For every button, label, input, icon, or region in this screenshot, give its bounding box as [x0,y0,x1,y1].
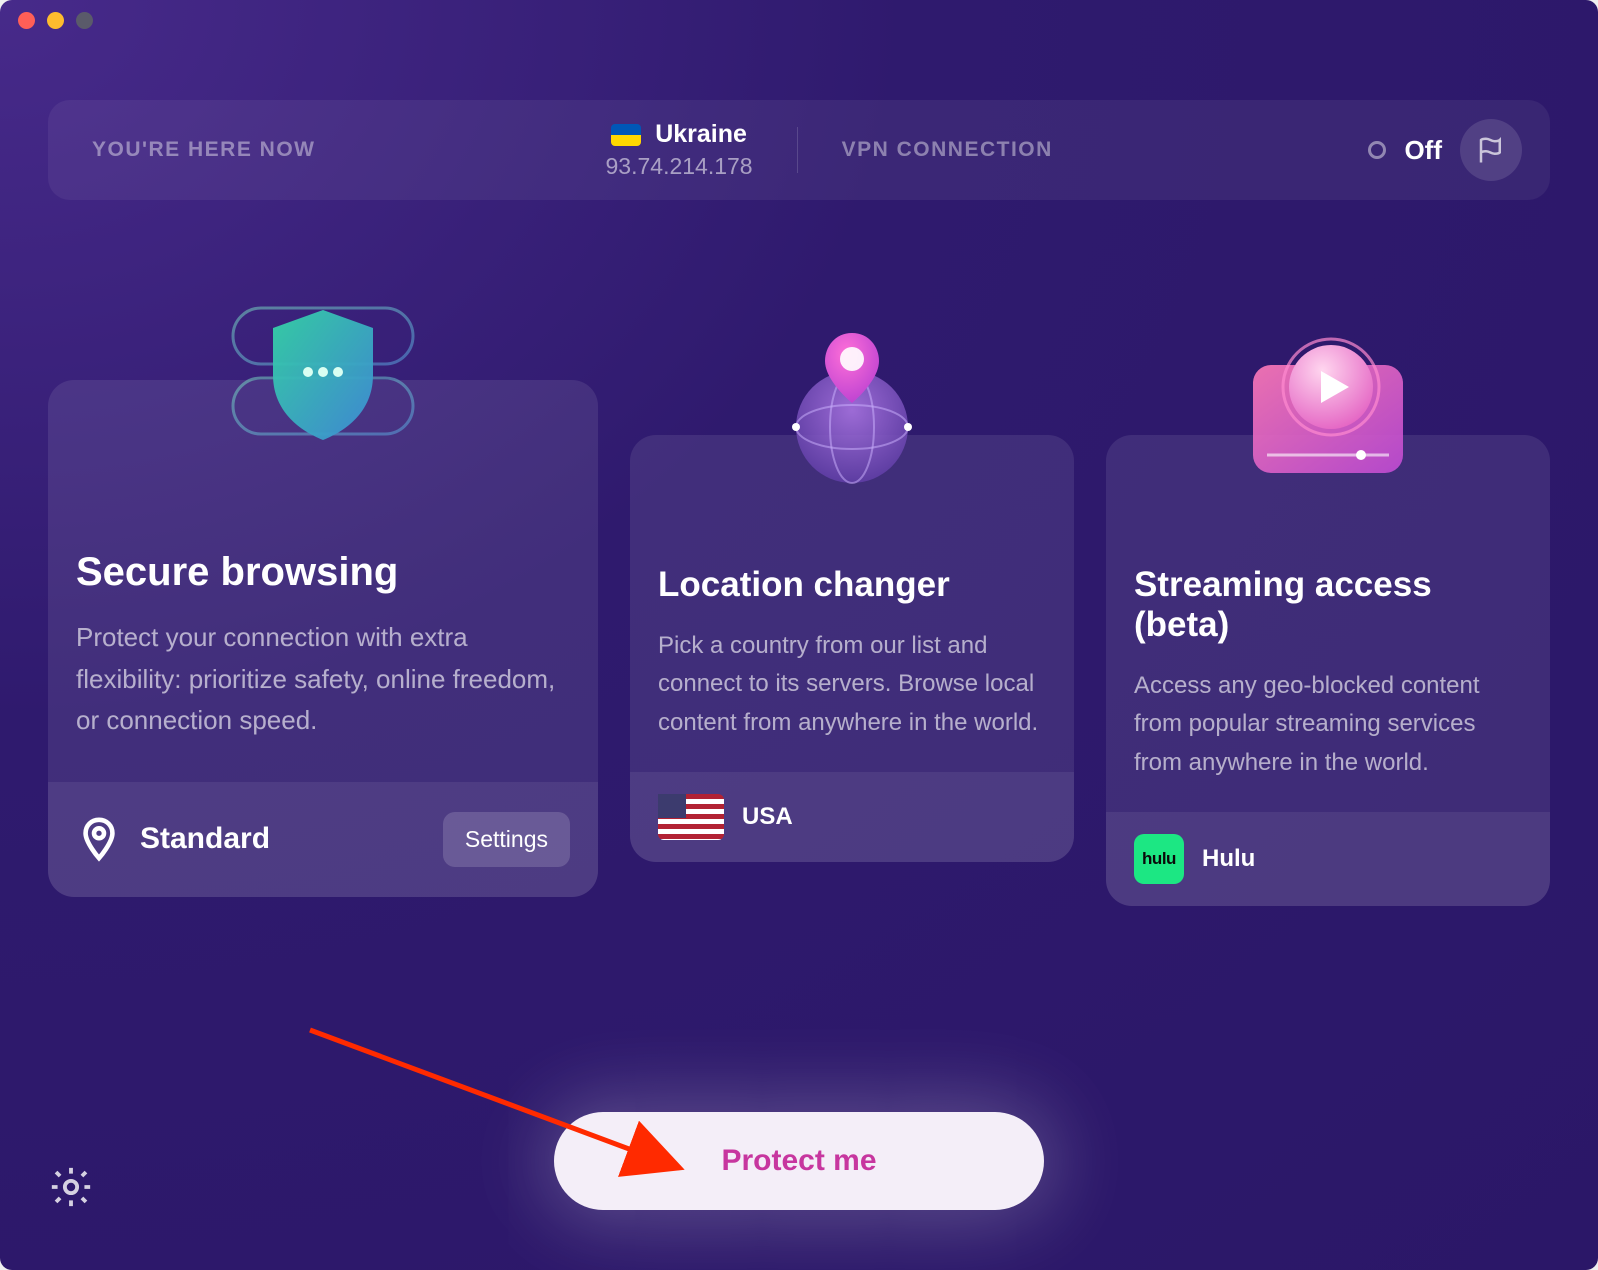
vpn-status-text: Off [1404,135,1442,166]
topbar-divider [797,127,798,173]
window-controls [18,12,93,29]
ukraine-flag-icon [611,124,641,146]
mode-label: Standard [140,822,270,856]
card-description: Access any geo-blocked content from popu… [1134,667,1522,782]
bottom-bar: Protect me [48,1164,1550,1210]
maximize-window-button[interactable] [76,12,93,29]
here-now-label: YOU'RE HERE NOW [92,138,316,162]
hulu-badge-icon: hulu [1134,834,1184,884]
usa-flag-icon [658,794,724,840]
card-streaming-access[interactable]: Streaming access (beta) Access any geo-b… [1106,435,1550,906]
minimize-window-button[interactable] [47,12,64,29]
card-location-changer[interactable]: Location changer Pick a country from our… [630,435,1074,862]
card-title: Location changer [658,565,1046,605]
gear-icon[interactable] [48,1164,94,1210]
pin-icon [76,816,122,862]
vpn-target-flag-button[interactable] [1460,119,1522,181]
card-title: Streaming access (beta) [1134,565,1522,645]
card-footer[interactable]: hulu Hulu [1106,812,1550,906]
settings-button[interactable]: Settings [443,812,570,867]
feature-cards: Secure browsing Protect your connection … [48,270,1550,906]
service-label: Hulu [1202,845,1255,873]
card-footer[interactable]: USA [630,772,1074,862]
card-secure-browsing[interactable]: Secure browsing Protect your connection … [48,380,598,897]
card-footer: Standard Settings [48,782,598,897]
country-name: Ukraine [655,120,747,149]
protect-me-button[interactable]: Protect me [554,1112,1044,1210]
status-bar: YOU'RE HERE NOW Ukraine 93.74.214.178 VP… [48,100,1550,200]
card-description: Protect your connection with extra flexi… [76,617,570,742]
close-window-button[interactable] [18,12,35,29]
vpn-status-dot-icon [1368,141,1386,159]
app-window: YOU'RE HERE NOW Ukraine 93.74.214.178 VP… [0,0,1598,1270]
card-description: Pick a country from our list and connect… [658,627,1046,742]
vpn-connection-label: VPN CONNECTION [842,138,1053,162]
ip-address: 93.74.214.178 [606,153,753,180]
country-label: USA [742,803,793,831]
current-location: Ukraine 93.74.214.178 [606,120,753,180]
flag-icon [1476,135,1506,165]
card-title: Secure browsing [76,550,570,595]
